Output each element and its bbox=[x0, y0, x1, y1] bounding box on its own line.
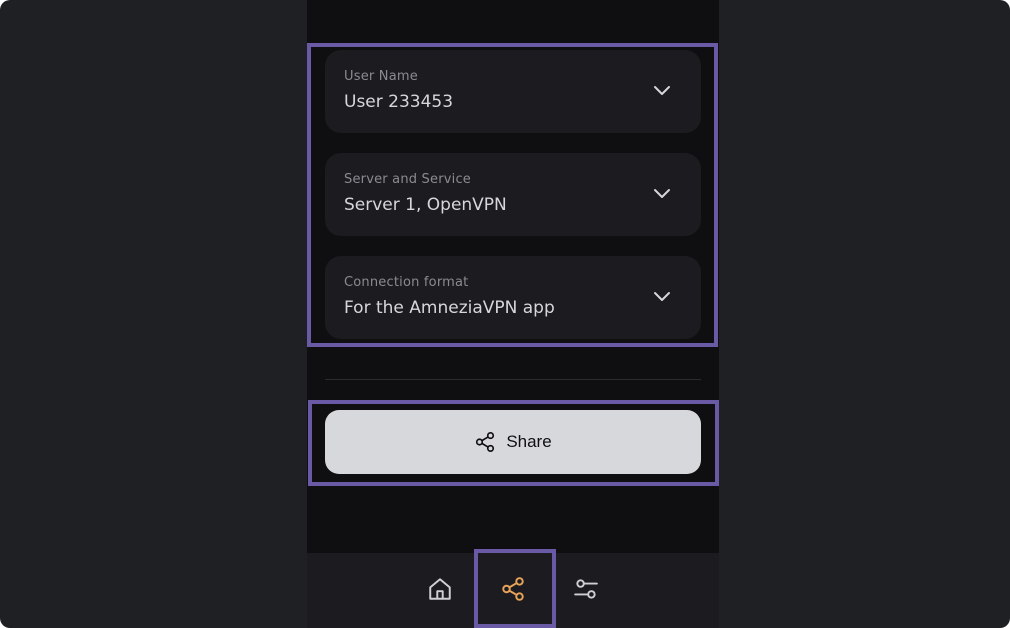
user-name-label: User Name bbox=[344, 69, 418, 84]
connection-format-label: Connection format bbox=[344, 275, 469, 290]
home-icon bbox=[429, 578, 451, 600]
share-button-label: Share bbox=[506, 432, 552, 451]
user-name-value: User 233453 bbox=[344, 92, 454, 112]
bottom-tab-bar bbox=[307, 553, 719, 628]
connection-format-value: For the AmneziaVPN app bbox=[344, 298, 555, 318]
share-icon bbox=[476, 432, 495, 452]
chevron-down-icon bbox=[654, 189, 670, 198]
app-window: User Name User 233453 Server and Service… bbox=[0, 0, 1010, 628]
tab-share[interactable] bbox=[493, 569, 533, 609]
server-service-value: Server 1, OpenVPN bbox=[344, 195, 507, 215]
tab-settings[interactable] bbox=[566, 569, 606, 609]
chevron-down-icon bbox=[654, 86, 670, 95]
tab-home[interactable] bbox=[420, 569, 460, 609]
share-icon bbox=[502, 577, 524, 601]
user-name-dropdown[interactable]: User Name User 233453 bbox=[325, 50, 701, 133]
divider bbox=[325, 379, 701, 380]
server-service-dropdown[interactable]: Server and Service Server 1, OpenVPN bbox=[325, 153, 701, 236]
connection-format-dropdown[interactable]: Connection format For the AmneziaVPN app bbox=[325, 256, 701, 339]
settings-sliders-icon bbox=[574, 579, 598, 599]
chevron-down-icon bbox=[654, 292, 670, 301]
share-screen: User Name User 233453 Server and Service… bbox=[307, 0, 719, 628]
share-button[interactable]: Share bbox=[325, 410, 701, 474]
server-service-label: Server and Service bbox=[344, 172, 471, 187]
